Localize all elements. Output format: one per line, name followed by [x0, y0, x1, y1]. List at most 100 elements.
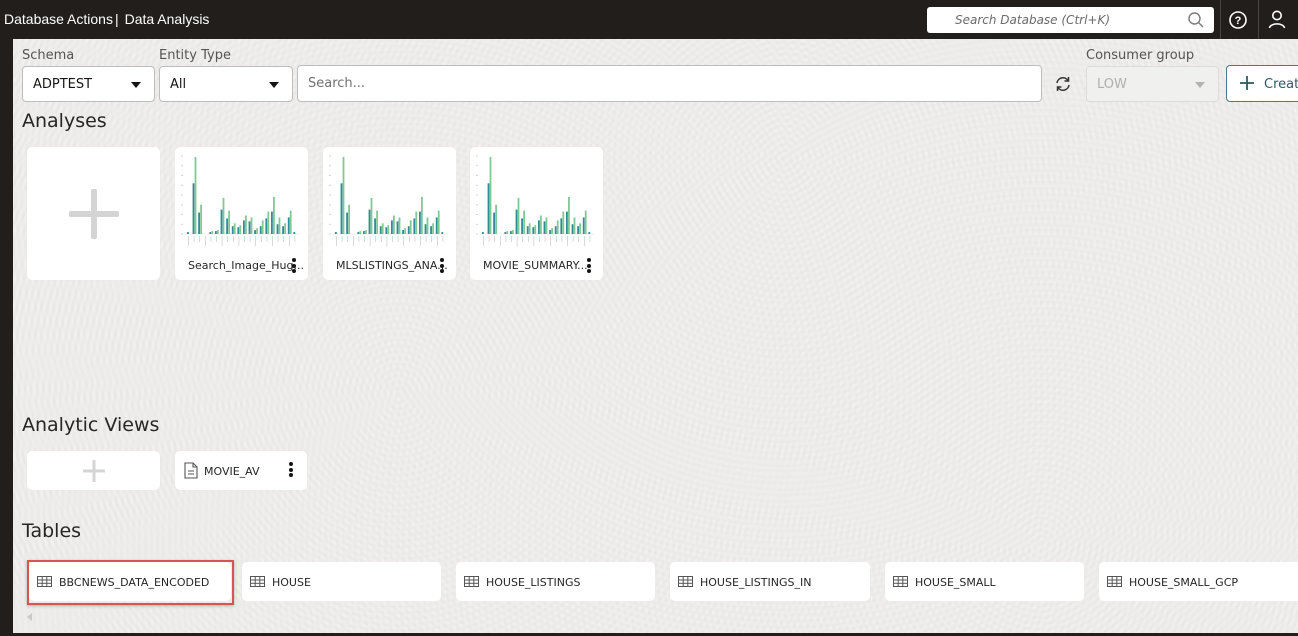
bar-primary	[374, 218, 376, 234]
bar-primary	[335, 232, 337, 234]
bar-secondary	[359, 231, 362, 234]
plus-icon	[83, 460, 105, 482]
bar-primary	[504, 232, 507, 234]
global-search-input[interactable]	[927, 7, 1182, 33]
bar-primary	[265, 218, 268, 234]
bar-primary	[435, 217, 438, 234]
bar-secondary	[573, 217, 576, 234]
bar-secondary	[222, 197, 225, 234]
bar-secondary	[365, 230, 367, 234]
bar-primary	[526, 226, 529, 234]
bar-primary	[577, 226, 579, 234]
bar-secondary	[415, 211, 418, 234]
user-icon[interactable]	[1264, 6, 1292, 34]
bar-secondary	[250, 217, 253, 234]
analysis-card[interactable]: MLSLISTINGS_ANA...	[323, 147, 456, 280]
table-card[interactable]: HOUSE_SMALL_GCP	[1099, 562, 1298, 601]
bar-primary	[215, 231, 217, 234]
search-field[interactable]	[297, 65, 1042, 102]
bar-primary	[424, 224, 427, 234]
more-options-icon[interactable]	[289, 258, 299, 274]
analysis-card[interactable]: Search_Image_Hug...	[175, 147, 308, 280]
table-name: HOUSE_SMALL_GCP	[1129, 576, 1239, 589]
bar-primary	[220, 209, 223, 234]
refresh-icon[interactable]	[1052, 73, 1074, 95]
add-analysis-button[interactable]	[27, 147, 160, 280]
scroll-left-arrow-icon[interactable]	[27, 613, 32, 621]
bar-secondary	[562, 211, 565, 234]
more-options-icon[interactable]	[584, 258, 594, 274]
app-name[interactable]: Database Actions	[4, 11, 113, 27]
bar-secondary	[517, 197, 520, 234]
add-analytic-view-button[interactable]	[27, 451, 160, 490]
help-icon[interactable]: ?	[1224, 6, 1252, 34]
table-card[interactable]: HOUSE_LISTINGS_IN	[670, 562, 870, 601]
global-search[interactable]	[927, 7, 1214, 33]
analytic-views-title: Analytic Views	[22, 414, 160, 436]
bar-secondary	[523, 210, 525, 234]
bar-secondary	[387, 225, 390, 234]
more-options-icon[interactable]	[437, 258, 447, 274]
chart-thumbnail	[476, 155, 594, 246]
bar-primary	[588, 232, 591, 234]
bar-secondary	[267, 211, 270, 234]
consumer-group-value: LOW	[1097, 77, 1127, 92]
bar-secondary	[584, 210, 587, 234]
bar-secondary	[393, 215, 395, 234]
bar-secondary	[495, 204, 497, 234]
analysis-name: MOVIE_SUMMARY...	[483, 259, 588, 272]
table-icon	[37, 576, 52, 587]
chevron-down-icon	[269, 82, 279, 88]
bar-secondary	[534, 225, 537, 234]
search-input[interactable]	[298, 66, 1041, 101]
bar-primary	[407, 226, 410, 234]
header-divider	[1258, 0, 1259, 39]
bar-secondary	[426, 217, 429, 234]
bar-primary	[259, 226, 262, 234]
bar-secondary	[233, 223, 236, 234]
analytic-view-card[interactable]: MOVIE_AV	[175, 451, 307, 490]
app-title: Database Actions | Data Analysis	[4, 11, 209, 27]
bar-primary	[532, 227, 535, 234]
bar-primary	[571, 224, 574, 234]
bar-secondary	[404, 228, 406, 234]
table-card[interactable]: HOUSE_SMALL	[885, 562, 1084, 601]
table-card[interactable]: HOUSE_LISTINGS	[456, 562, 655, 601]
document-icon	[184, 462, 198, 479]
bar-secondary	[568, 196, 570, 234]
bar-secondary	[217, 230, 219, 234]
bar-primary	[254, 230, 256, 234]
bar-primary	[226, 218, 228, 234]
bar-secondary	[245, 215, 247, 234]
bar-primary	[482, 232, 484, 234]
table-name: HOUSE_SMALL	[915, 576, 996, 589]
svg-text:?: ?	[1235, 15, 1242, 27]
bar-secondary	[556, 220, 559, 234]
search-icon[interactable]	[1187, 11, 1205, 29]
table-card[interactable]: HOUSE	[242, 562, 441, 601]
bar-primary	[231, 226, 234, 234]
entity-type-select[interactable]: All	[159, 66, 293, 102]
bar-primary	[243, 220, 245, 234]
consumer-group-label: Consumer group	[1086, 48, 1195, 63]
bar-primary	[192, 183, 195, 234]
bar-secondary	[409, 220, 412, 234]
bar-primary	[396, 221, 399, 234]
schema-select[interactable]: ADPTEST	[22, 66, 155, 102]
bar-primary	[248, 221, 251, 234]
create-button[interactable]: Create	[1226, 65, 1298, 102]
analyses-title: Analyses	[22, 110, 107, 132]
table-icon	[250, 576, 265, 587]
analytic-view-name: MOVIE_AV	[204, 465, 260, 478]
bar-secondary	[551, 228, 553, 234]
bar-primary	[357, 232, 360, 234]
analysis-card[interactable]: MOVIE_SUMMARY...	[470, 147, 603, 280]
more-options-icon[interactable]	[286, 462, 296, 478]
top-bar: Database Actions| Data Analysis ?	[0, 0, 1298, 39]
bar-secondary	[194, 156, 197, 234]
table-card[interactable]: BBCNEWS_DATA_ENCODED	[29, 562, 231, 601]
table-name: BBCNEWS_DATA_ENCODED	[59, 576, 210, 589]
bar-secondary	[273, 196, 275, 234]
schema-label: Schema	[22, 48, 75, 63]
table-icon	[464, 576, 479, 587]
